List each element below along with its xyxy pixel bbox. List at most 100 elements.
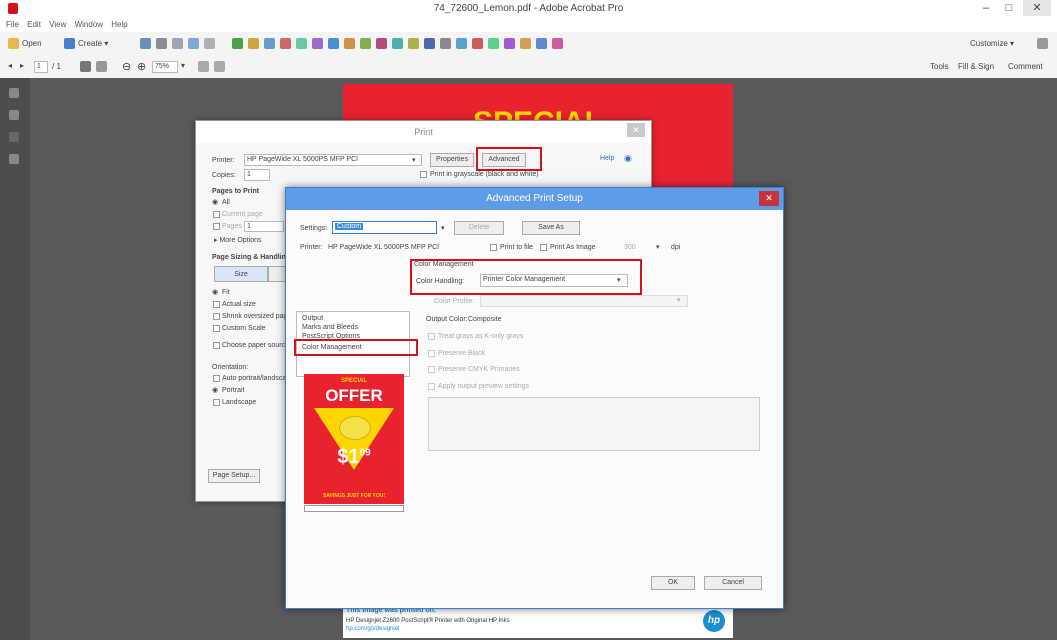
- all-radio[interactable]: ◉: [212, 198, 218, 206]
- page-number-input[interactable]: 1: [34, 61, 48, 73]
- create-button[interactable]: Create ▾: [78, 39, 108, 48]
- help-link[interactable]: Help: [600, 155, 614, 162]
- size-tab[interactable]: Size: [214, 266, 268, 282]
- print-dialog-close-button[interactable]: ✕: [627, 123, 645, 137]
- open-button[interactable]: Open: [22, 39, 42, 48]
- menu-edit[interactable]: Edit: [27, 18, 41, 32]
- fit-radio[interactable]: ◉: [212, 288, 218, 296]
- maximize-button[interactable]: □: [998, 0, 1020, 16]
- portrait-radio[interactable]: ◉: [212, 386, 218, 394]
- customize-button[interactable]: Customize ▾: [970, 39, 1014, 48]
- tool-icon-5[interactable]: [296, 38, 307, 49]
- minimize-button[interactable]: –: [975, 0, 997, 16]
- poster-tab[interactable]: [268, 266, 286, 282]
- save-icon[interactable]: [140, 38, 151, 49]
- apply-output-checkbox[interactable]: [428, 383, 435, 390]
- save-as-button[interactable]: Save As: [522, 221, 580, 235]
- zoom-out-icon[interactable]: ⊖: [122, 60, 131, 73]
- tool-icon-14[interactable]: [440, 38, 451, 49]
- tool-icon-16[interactable]: [472, 38, 483, 49]
- comment-pane-button[interactable]: Comment: [1008, 62, 1043, 71]
- page-setup-button[interactable]: Page Setup...: [208, 469, 260, 483]
- current-page-radio[interactable]: [213, 211, 220, 218]
- shrink-radio[interactable]: [213, 313, 220, 320]
- tool-icon-9[interactable]: [360, 38, 371, 49]
- edit-icon[interactable]: [188, 38, 199, 49]
- tool-icon-15[interactable]: [456, 38, 467, 49]
- email-icon[interactable]: [172, 38, 183, 49]
- menu-view[interactable]: View: [49, 18, 66, 32]
- tool-icon-13[interactable]: [424, 38, 435, 49]
- tool-icon-3[interactable]: [264, 38, 275, 49]
- zoom-in-icon[interactable]: ⊕: [137, 60, 146, 73]
- page-thumbnails-icon[interactable]: [9, 88, 19, 98]
- bookmarks-icon[interactable]: [9, 110, 19, 120]
- tool-icon-8[interactable]: [344, 38, 355, 49]
- select-tool-icon[interactable]: [80, 61, 91, 72]
- preserve-black-checkbox[interactable]: [428, 350, 435, 357]
- pages-input[interactable]: 1: [244, 221, 284, 232]
- preview-page-scrollbar[interactable]: [304, 505, 404, 512]
- tool-icon-4[interactable]: [280, 38, 291, 49]
- custom-scale-radio[interactable]: [213, 325, 220, 332]
- prev-page-icon[interactable]: ◂: [8, 61, 12, 70]
- advanced-dialog-close-button[interactable]: ✕: [759, 191, 779, 206]
- tool-icon-18[interactable]: [504, 38, 515, 49]
- color-profile-chevron-down-icon[interactable]: ▾: [677, 296, 681, 304]
- category-marks-bleeds[interactable]: Marks and Bleeds: [302, 324, 358, 331]
- more-options-toggle[interactable]: ▸ More Options: [214, 236, 261, 244]
- menu-window[interactable]: Window: [75, 18, 103, 32]
- printer-select[interactable]: HP PageWide XL 5000PS MFP PCl: [244, 154, 422, 166]
- dpi-value[interactable]: 300: [624, 244, 636, 251]
- attachments-icon[interactable]: [9, 132, 19, 142]
- create-pdf-icon[interactable]: [64, 38, 75, 49]
- print-to-file-checkbox[interactable]: [490, 244, 497, 251]
- fit-page-icon[interactable]: [198, 61, 209, 72]
- preserve-cmyk-checkbox[interactable]: [428, 366, 435, 373]
- tool-icon-6[interactable]: [312, 38, 323, 49]
- help-icon[interactable]: ◉: [624, 153, 632, 164]
- cancel-button[interactable]: Cancel: [704, 576, 762, 590]
- menu-file[interactable]: File: [6, 18, 19, 32]
- tool-icon-1[interactable]: [232, 38, 243, 49]
- ok-button[interactable]: OK: [651, 576, 695, 590]
- delete-button[interactable]: Delete: [454, 221, 504, 235]
- tool-icon-21[interactable]: [552, 38, 563, 49]
- tool-icon-12[interactable]: [408, 38, 419, 49]
- treat-grays-checkbox[interactable]: [428, 333, 435, 340]
- color-profile-select[interactable]: [480, 295, 688, 307]
- printer-select-chevron-down-icon[interactable]: ▾: [412, 156, 416, 164]
- actual-size-radio[interactable]: [213, 301, 220, 308]
- copies-input[interactable]: 1: [244, 169, 270, 181]
- tool-icon-11[interactable]: [392, 38, 403, 49]
- zoom-dropdown-icon[interactable]: ▾: [181, 61, 185, 70]
- menu-help[interactable]: Help: [111, 18, 127, 32]
- properties-button[interactable]: Properties: [430, 153, 474, 167]
- print-icon[interactable]: [156, 38, 167, 49]
- hand-tool-icon[interactable]: [96, 61, 107, 72]
- auto-orient-radio[interactable]: [213, 375, 220, 382]
- pages-radio[interactable]: [213, 223, 220, 230]
- landscape-radio[interactable]: [213, 399, 220, 406]
- tool-icon-7[interactable]: [328, 38, 339, 49]
- fit-width-icon[interactable]: [214, 61, 225, 72]
- category-output[interactable]: Output: [302, 315, 323, 322]
- print-as-image-checkbox[interactable]: [540, 244, 547, 251]
- next-page-icon[interactable]: ▸: [20, 61, 24, 70]
- tool-icon-20[interactable]: [536, 38, 547, 49]
- fill-sign-pane-button[interactable]: Fill & Sign: [958, 62, 994, 71]
- choose-paper-checkbox[interactable]: [213, 342, 220, 349]
- tool-icon-19[interactable]: [520, 38, 531, 49]
- open-folder-icon[interactable]: [8, 38, 19, 49]
- tools-pane-button[interactable]: Tools: [930, 62, 949, 71]
- tool-icon-10[interactable]: [376, 38, 387, 49]
- dpi-chevron-down-icon[interactable]: ▾: [656, 243, 660, 251]
- signatures-icon[interactable]: [9, 154, 19, 164]
- tool-icon-2[interactable]: [248, 38, 259, 49]
- settings-select[interactable]: Custom: [332, 221, 437, 234]
- tool-icon-17[interactable]: [488, 38, 499, 49]
- comment-icon[interactable]: [204, 38, 215, 49]
- close-window-button[interactable]: ✕: [1023, 0, 1051, 16]
- print-grayscale-checkbox[interactable]: [420, 171, 427, 178]
- expand-icon[interactable]: [1037, 38, 1048, 49]
